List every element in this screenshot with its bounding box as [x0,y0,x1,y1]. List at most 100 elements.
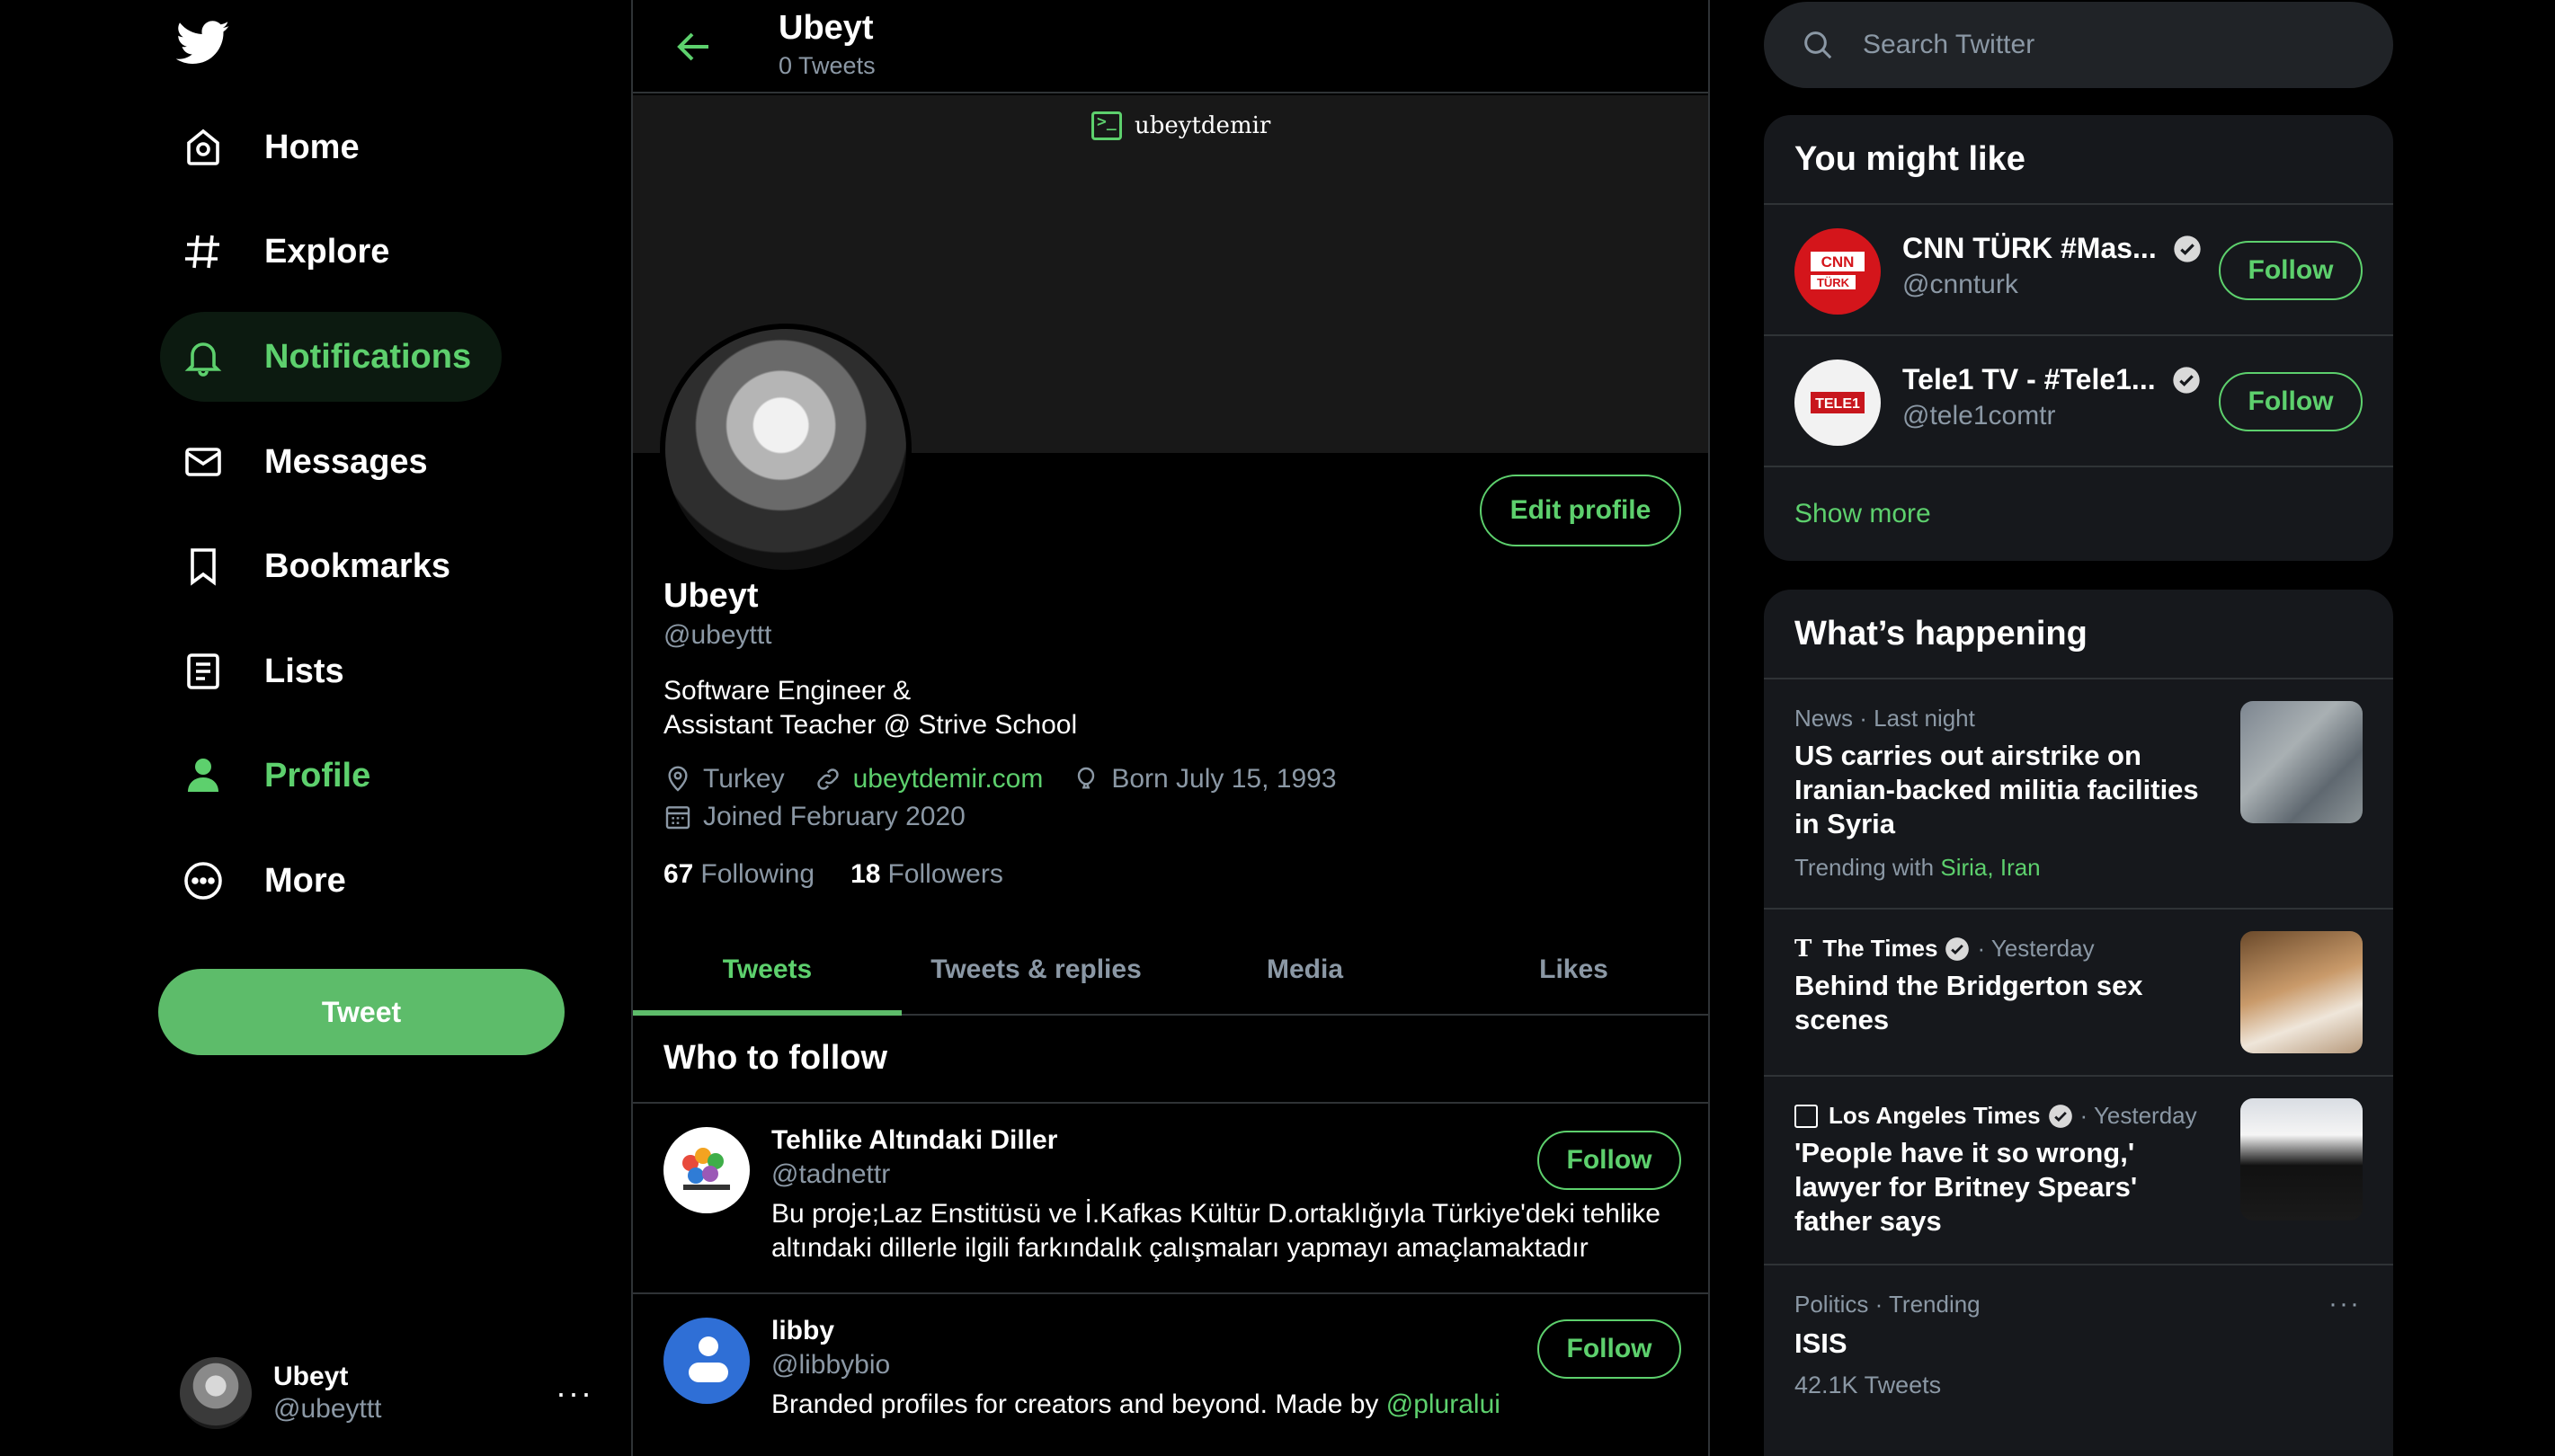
sidebar-item-more[interactable]: More [160,836,377,926]
profile-birthday: Born July 15, 1993 [1072,764,1337,795]
follow-button[interactable]: Follow [2219,372,2363,431]
trend-meta: Los Angeles Times · Yesterday [1794,1102,2197,1130]
followers-link[interactable]: 18 Followers [850,859,1003,890]
trend-meta: News · Last night [1794,705,1975,732]
profile-location: Turkey [663,764,785,795]
svg-text:CNN: CNN [1821,253,1855,271]
account-handle: @tadnettr [771,1159,891,1189]
hashtag-icon [180,228,227,275]
more-circle-icon [180,857,227,904]
sidebar-item-lists[interactable]: Lists [160,626,375,716]
tweet-button[interactable]: Tweet [158,969,565,1055]
you-might-like-card: You might like CNN TÜRK CNN TÜRK #Mas...… [1764,115,2393,561]
list-item[interactable]: libby @libbybio Branded profiles for cre… [633,1294,1708,1456]
trend-source: The Times [1822,935,1938,962]
account-switcher[interactable]: Ubeyt @ubeyttt ··· [180,1355,593,1431]
avatar: CNN TÜRK [1794,228,1881,315]
more-horizontal-icon[interactable]: ··· [556,1374,593,1412]
trend-thumbnail [2240,1098,2363,1221]
list-item[interactable]: Tehlike Altındaki Diller @tadnettr Bu pr… [633,1104,1708,1292]
sidebar-item-home[interactable]: Home [160,102,390,192]
account-bio: Branded profiles for creators and beyond… [771,1388,1688,1422]
trend-item[interactable]: News · Last night US carries out airstri… [1764,679,2393,910]
follow-button[interactable]: Follow [1537,1131,1681,1190]
sidebar-item-label: More [264,861,346,900]
profile-column: Ubeyt 0 Tweets ubeytdemir Edit profile U… [631,0,1710,1456]
tab-tweets[interactable]: Tweets [633,926,902,1016]
list-item[interactable]: TELE1 Tele1 TV - #Tele1... @tele1comtr F… [1764,336,2393,467]
sidebar-item-notifications[interactable]: Notifications [160,312,503,402]
trend-title: ISIS [1794,1327,1847,1359]
joined-text: Joined February 2020 [703,802,966,831]
account-handle: @tele1comtr [1902,401,2056,431]
account-name-text: Tele1 TV - #Tele1... [1902,363,2156,395]
envelope-icon [180,439,227,485]
trend-tag[interactable]: Siria [1940,854,1987,881]
bookmark-icon [180,543,227,590]
profile-avatar[interactable] [660,324,912,575]
profile-meta: Turkey ubeytdemir.com Born July 15, 1993 [663,764,1366,795]
sidebar-item-explore[interactable]: Explore [160,207,420,297]
profile-joined: Joined February 2020 [663,802,966,832]
tab-likes[interactable]: Likes [1439,926,1708,1014]
search-icon [1804,31,1832,59]
search-input[interactable] [1863,30,2312,60]
tab-tweets-replies[interactable]: Tweets & replies [902,926,1171,1014]
calendar-icon [665,806,690,830]
avatar [180,1357,252,1429]
following-count: 67 [663,859,694,889]
sidebar-item-label: Notifications [264,337,472,376]
trend-item[interactable]: Politics · Trending ··· ISIS 42.1K Tweet… [1764,1265,2393,1427]
account-name[interactable]: libby [771,1316,834,1346]
twitter-logo-icon[interactable] [176,20,230,67]
trend-time: · Yesterday [2079,1102,2197,1129]
la-times-logo-icon [1794,1104,1818,1128]
follow-button[interactable]: Follow [1537,1319,1681,1379]
sidebar-item-messages[interactable]: Messages [160,417,458,507]
account-name-text: CNN TÜRK #Mas... [1902,232,2157,264]
sidebar-item-bookmarks[interactable]: Bookmarks [160,521,481,611]
sidebar-item-profile[interactable]: Profile [160,731,401,821]
mention-link[interactable]: @pluralui [1386,1389,1500,1419]
profile-stats: 67 Following 18 Followers [663,859,1039,890]
account-handle: @ubeyttt [273,1394,382,1424]
tab-media[interactable]: Media [1171,926,1439,1014]
follow-button[interactable]: Follow [2219,241,2363,300]
account-info: Ubeyt @ubeyttt [273,1362,556,1425]
website-link[interactable]: ubeytdemir.com [853,764,1044,795]
profile-handle: @ubeyttt [663,620,772,650]
show-more-link[interactable]: Show more [1764,467,2393,561]
account-name[interactable]: Tehlike Altındaki Diller [771,1125,1057,1156]
trend-meta: T The Times · Yesterday [1794,935,2095,963]
search-box[interactable] [1764,2,2393,88]
whats-happening-title: What’s happening [1764,590,2393,679]
trend-tweet-count: 42.1K Tweets [1794,1372,1942,1398]
profile-bio: Software Engineer & Assistant Teacher @ … [663,674,1077,742]
account-handle: @libbybio [771,1350,891,1380]
home-icon [180,124,227,171]
trending-with-label: Trending with [1794,854,1935,881]
person-icon [180,752,227,799]
account-name: Tele1 TV - #Tele1... [1902,363,2201,396]
balloon-icon [1078,767,1095,789]
trend-item[interactable]: T The Times · Yesterday Behind the Bridg… [1764,910,2393,1077]
trend-trending-with: Trending with Siria, Iran [1794,854,2041,881]
account-name: Ubeyt [273,1362,349,1391]
app-root: Home Explore Notifications Messages Book… [0,0,2555,1456]
trend-item[interactable]: Los Angeles Times · Yesterday 'People ha… [1764,1077,2393,1265]
bio-text: Branded profiles for creators and beyond… [771,1389,1386,1419]
back-arrow-icon[interactable] [672,25,716,68]
svg-text:TELE1: TELE1 [1815,396,1860,412]
edit-profile-button[interactable]: Edit profile [1480,475,1681,546]
trend-meta: Politics · Trending [1794,1291,1981,1318]
trend-tag[interactable]: Iran [2000,854,2041,881]
trend-title: 'People have it so wrong,' lawyer for Br… [1794,1137,2138,1237]
more-horizontal-icon[interactable]: ··· [2328,1289,2361,1319]
following-link[interactable]: 67 Following [663,859,815,890]
profile-website[interactable]: ubeytdemir.com [814,764,1044,795]
left-sidebar: Home Explore Notifications Messages Book… [0,0,631,1456]
born-text: Born July 15, 1993 [1111,764,1337,794]
sidebar-item-label: Explore [264,232,390,271]
list-item[interactable]: CNN TÜRK CNN TÜRK #Mas... @cnnturk Follo… [1764,205,2393,336]
trend-source: Los Angeles Times [1829,1102,2041,1129]
